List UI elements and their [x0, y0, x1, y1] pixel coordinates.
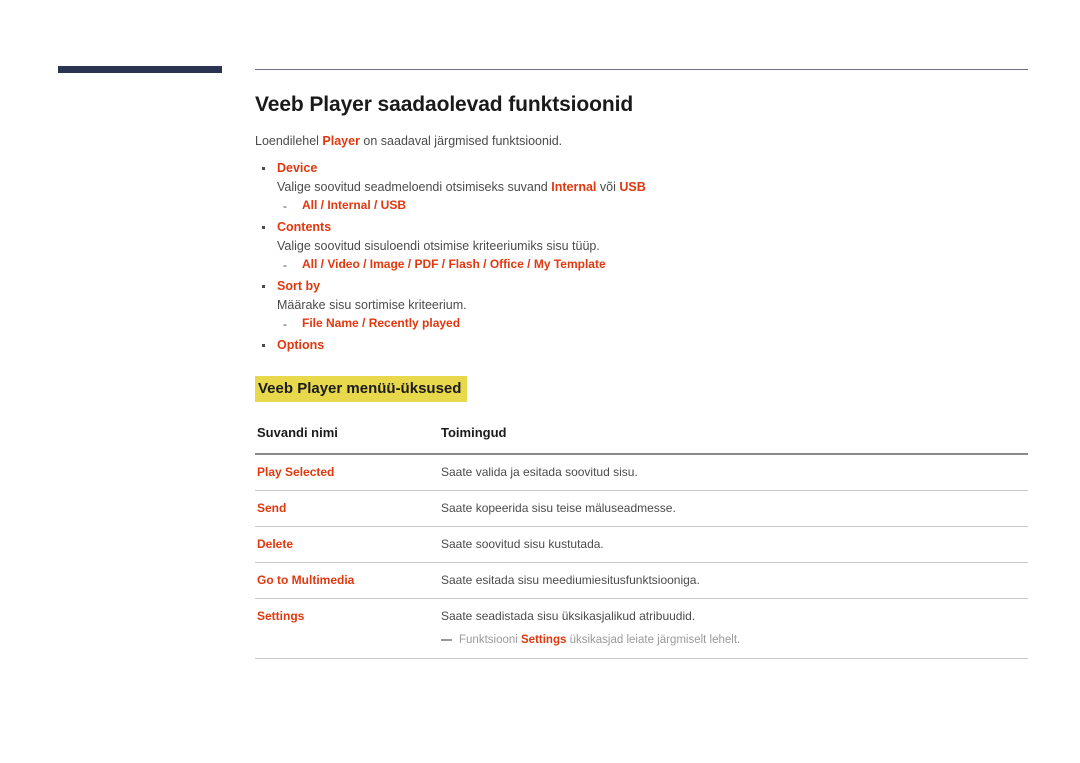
intro-text-before: Loendilehel: [255, 134, 323, 148]
row-name-settings: Settings: [255, 598, 437, 659]
feature-desc-contents: Valige soovitud sisuloendi otsimise krit…: [277, 239, 600, 253]
intro-accent-player: Player: [322, 134, 360, 148]
note-accent-settings: Settings: [521, 634, 567, 646]
gray-rule-line: [255, 69, 1028, 70]
page-title: Veeb Player saadaolevad funktsioonid: [255, 93, 634, 116]
table-body: Play Selected Saate valida ja esitada so…: [255, 454, 1028, 659]
desc-mid: või: [596, 180, 620, 194]
desc-accent-internal: Internal: [551, 180, 597, 194]
table-header-row: Suvandi nimi Toimingud: [255, 424, 1028, 455]
menu-items-table: Suvandi nimi Toimingud Play Selected Saa…: [255, 424, 1028, 659]
intro-text-after: on saadaval järgmised funktsioonid.: [359, 134, 563, 148]
navy-rule-bar: [58, 66, 222, 73]
section-heading-wrap: Veeb Player menüü-üksused: [255, 376, 1030, 402]
intro-paragraph: Loendilehel Player on saadaval järgmised…: [255, 133, 1030, 150]
list-item-contents: Contents Valige soovitud sisuloendi otsi…: [255, 219, 1030, 273]
list-item-options: Options: [255, 337, 1030, 354]
table-row: Play Selected Saate valida ja esitada so…: [255, 454, 1028, 491]
feature-label-device: Device: [277, 161, 318, 175]
desc-accent-usb: USB: [619, 180, 646, 194]
note-before: Funktsiooni: [459, 634, 522, 646]
feature-label-options: Options: [277, 338, 325, 352]
feature-label-contents: Contents: [277, 220, 332, 234]
table-row: Settings Saate seadistada sisu üksikasja…: [255, 598, 1028, 659]
feature-desc-sort-by: Määrake sisu sortimise kriteerium.: [277, 298, 467, 312]
table-header-option-name: Suvandi nimi: [255, 424, 437, 455]
row-action-send: Saate kopeerida sisu teise mäluseadmesse…: [437, 490, 1028, 527]
table-row: Send Saate kopeerida sisu teise mälusead…: [255, 490, 1028, 527]
feature-options-sort-by: File Name / Recently played: [277, 316, 460, 330]
document-content: Veeb Player saadaolevad funktsioonid Loe…: [255, 92, 1030, 659]
row-name-play-selected: Play Selected: [255, 454, 437, 491]
feature-options-device: All / Internal / USB: [277, 198, 406, 212]
row-action-play-selected: Saate valida ja esitada soovitud sisu.: [437, 454, 1028, 491]
page-header-rules: [0, 66, 1080, 76]
row-action-go-to-multimedia: Saate esitada sisu meediumiesitusfunktsi…: [437, 562, 1028, 599]
note-after: üksikasjad leiate järgmiselt lehelt.: [566, 634, 741, 646]
table-head: Suvandi nimi Toimingud: [255, 424, 1028, 455]
feature-label-sort-by: Sort by: [277, 279, 321, 293]
row-note-settings: Funktsiooni Settings üksikasjad leiate j…: [441, 632, 1028, 648]
list-item-sort-by: Sort by Määrake sisu sortimise kriteeriu…: [255, 278, 1030, 332]
row-name-delete: Delete: [255, 526, 437, 563]
row-name-send: Send: [255, 490, 437, 527]
desc-before: Valige soovitud seadmeloendi otsimiseks …: [277, 180, 552, 194]
list-item-device: Device Valige soovitud seadmeloendi otsi…: [255, 160, 1030, 214]
row-action-delete: Saate soovitud sisu kustutada.: [437, 526, 1028, 563]
row-action-settings: Saate seadistada sisu üksikasjalikud atr…: [437, 598, 1028, 659]
row-name-go-to-multimedia: Go to Multimedia: [255, 562, 437, 599]
table-row: Delete Saate soovitud sisu kustutada.: [255, 526, 1028, 563]
table-header-actions: Toimingud: [437, 424, 1028, 455]
section-heading-menu-items: Veeb Player menüü-üksused: [255, 376, 468, 402]
feature-options-contents: All / Video / Image / PDF / Flash / Offi…: [277, 257, 606, 271]
feature-list: Device Valige soovitud seadmeloendi otsi…: [255, 160, 1030, 354]
table-row: Go to Multimedia Saate esitada sisu meed…: [255, 562, 1028, 599]
row-action-settings-text: Saate seadistada sisu üksikasjalikud atr…: [441, 609, 696, 623]
feature-desc-device: Valige soovitud seadmeloendi otsimiseks …: [277, 179, 1030, 196]
